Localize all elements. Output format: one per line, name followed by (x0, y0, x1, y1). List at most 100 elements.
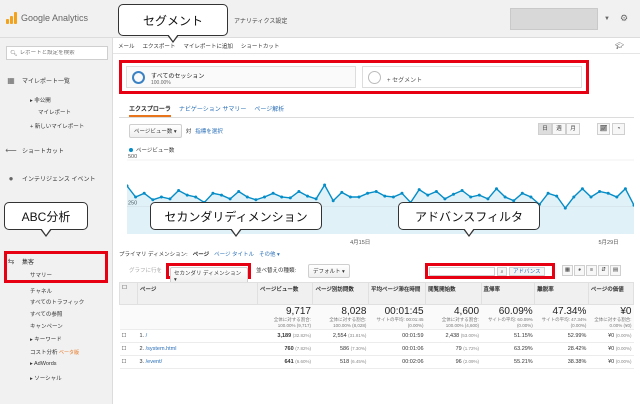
period-month[interactable]: 月 (566, 123, 580, 135)
col-bounce-rate[interactable]: 直帰率 (480, 282, 536, 305)
gear-icon[interactable]: ⚙ (620, 13, 628, 24)
table-header-row: ☐ ページ ページビュー数 ページ別訪問数 平均ページ滞在時間 閲覧開始数 直帰… (119, 282, 635, 305)
line-chart-icon[interactable]: 📈︎ (597, 123, 610, 135)
data-point (194, 195, 198, 199)
metric-select[interactable]: ページビュー数 ▾ (129, 124, 182, 138)
period-toggle: 日 週 月 (538, 123, 580, 135)
pageview-line-chart[interactable]: 5002504月15日 5月29日 (127, 154, 634, 246)
col-avg-time[interactable]: 平均ページ滞在時間 (367, 282, 427, 305)
data-point (417, 188, 421, 192)
choose-metric-link[interactable]: 指標を選択 (195, 127, 223, 135)
sidebar-item-shortcut[interactable]: ⟵ ショートカット (0, 146, 112, 155)
sidebar-item-channels[interactable]: チャネル (30, 287, 52, 295)
segment-all-sessions[interactable]: すべてのセッション 100.00% (126, 66, 356, 88)
sidebar-item-all-referrals[interactable]: すべての参照 (30, 310, 62, 318)
search-icon[interactable]: ⌕ (497, 267, 507, 276)
shortcut-icon: ⟵ (5, 146, 17, 155)
callout-secondary: セカンダリディメンション (150, 202, 322, 237)
empty-circle-icon (368, 71, 381, 84)
data-point (469, 195, 473, 199)
data-point (374, 190, 378, 193)
dim-page-title[interactable]: ページ タイトル (214, 250, 254, 258)
table-row[interactable]: ☐ 3. /event/ 641 (6.60%) 518 (6.45%) 00:… (119, 355, 634, 369)
graduation-cap-icon[interactable]: 🎓︎ (615, 42, 624, 50)
data-point (280, 195, 284, 199)
sidebar-item-keywords[interactable]: ▸ キーワード (30, 335, 62, 343)
data-point (495, 187, 498, 191)
sidebar-item-private[interactable]: ▸ 非公開 (30, 96, 51, 104)
col-page-value[interactable]: ページの価値 (587, 282, 635, 305)
menu-shortcut[interactable]: ショートカット (241, 42, 280, 50)
sidebar-item-adwords[interactable]: ▸ AdWords (30, 361, 57, 367)
graph-rows-button[interactable]: グラフに行を (129, 266, 162, 274)
data-point (297, 190, 301, 193)
comparison-view-icon[interactable]: ⇵ (598, 265, 609, 276)
data-point (340, 190, 344, 194)
page-link[interactable]: /event/ (146, 359, 163, 365)
motion-chart-icon[interactable]: ◔ (612, 123, 625, 135)
page-link[interactable]: /system.html (146, 346, 177, 352)
sidebar-item-campaigns[interactable]: キャンペーン (30, 322, 63, 330)
sidebar-item-social[interactable]: ▸ ソーシャル (30, 374, 62, 382)
sort-type-select[interactable]: デフォルト ▾ (308, 264, 350, 278)
data-point (263, 195, 266, 199)
period-week[interactable]: 週 (552, 123, 566, 135)
tab-explorer[interactable]: エクスプローラ (129, 104, 171, 117)
col-exit-rate[interactable]: 離脱率 (534, 282, 589, 305)
menu-email[interactable]: メール (118, 42, 135, 50)
add-segment[interactable]: + セグメント (362, 66, 582, 88)
filter-input[interactable] (429, 267, 495, 276)
table-row[interactable]: ☐ 1. / 3,189 (32.82%) 2,554 (31.81%) 00:… (119, 329, 634, 343)
total-cell: 8,028 全体に対する割合: 100.00% (8,028) (312, 304, 369, 330)
data-point (211, 191, 215, 195)
logo[interactable]: Google Analytics (6, 12, 88, 24)
search-input[interactable] (19, 50, 107, 56)
data-point (391, 195, 395, 199)
tab-page-analysis[interactable]: ページ解析 (254, 104, 284, 117)
table-view-icon[interactable]: ▦ (562, 265, 573, 276)
sidebar-item-summary[interactable]: サマリー (30, 271, 52, 279)
acquisition-icon: ⇆ (7, 257, 15, 266)
dim-page[interactable]: ページ (193, 250, 209, 258)
sidebar-item-new-report[interactable]: + 新しいマイレポート (30, 122, 84, 130)
row-checkbox[interactable]: ☐ (119, 355, 138, 369)
data-point (452, 192, 455, 196)
col-pageviews[interactable]: ページビュー数 (256, 282, 314, 305)
data-point (486, 197, 490, 201)
report-search[interactable]: 🔍︎ (6, 46, 108, 60)
performance-view-icon[interactable]: ≡ (586, 265, 597, 276)
data-point (185, 193, 189, 197)
pie-view-icon[interactable]: ◕ (574, 265, 585, 276)
col-entrances[interactable]: 閲覧開始数 (425, 282, 482, 305)
period-day[interactable]: 日 (538, 123, 552, 135)
sidebar-item-my-report[interactable]: マイレポート (38, 108, 71, 116)
row-checkbox[interactable]: ☐ (119, 329, 138, 343)
total-cell: 4,600 全体に対する割合: 100.00% (4,600) (425, 304, 482, 330)
dim-other[interactable]: その他 ▾ (259, 250, 280, 258)
data-point (529, 195, 533, 199)
row-checkbox[interactable]: ☐ (119, 342, 138, 356)
sidebar-item-my-reports[interactable]: ▦ マイレポート一覧 (0, 76, 112, 85)
data-point (503, 195, 507, 199)
account-caret-icon[interactable]: ▼ (604, 16, 610, 22)
sidebar-label: ショートカット (22, 149, 65, 155)
sidebar-label: インテリジェンス イベント (22, 177, 96, 183)
account-selector[interactable] (510, 8, 598, 30)
pivot-view-icon[interactable]: ▤ (610, 265, 621, 276)
page-link[interactable]: / (146, 333, 148, 339)
advanced-filter-button[interactable]: アドバンス (509, 267, 545, 276)
tab-nav-summary[interactable]: ナビゲーション サマリー (179, 104, 247, 117)
data-point (228, 197, 232, 201)
table-row[interactable]: ☐ 2. /system.html 760 (7.82%) 586 (7.30%… (119, 342, 634, 356)
data-table: ☐ ページ ページビュー数 ページ別訪問数 平均ページ滞在時間 閲覧開始数 直帰… (119, 282, 635, 369)
col-unique-pageviews[interactable]: ページ別訪問数 (312, 282, 369, 305)
legend-dot-icon (129, 148, 133, 152)
col-page[interactable]: ページ (137, 282, 258, 305)
sidebar-item-acquisition[interactable]: ⇆ 集客 (0, 257, 112, 266)
sidebar-item-intelligence[interactable]: ● インテリジェンス イベント (0, 174, 112, 183)
sidebar-item-all-traffic[interactable]: すべてのトラフィック (30, 298, 84, 306)
sidebar-item-cost-analysis[interactable]: コスト分析 ベータ版 (30, 348, 79, 356)
select-all-checkbox[interactable]: ☐ (119, 282, 138, 305)
menu-add-report[interactable]: マイレポートに追加 (183, 42, 233, 50)
data-point (245, 195, 249, 199)
